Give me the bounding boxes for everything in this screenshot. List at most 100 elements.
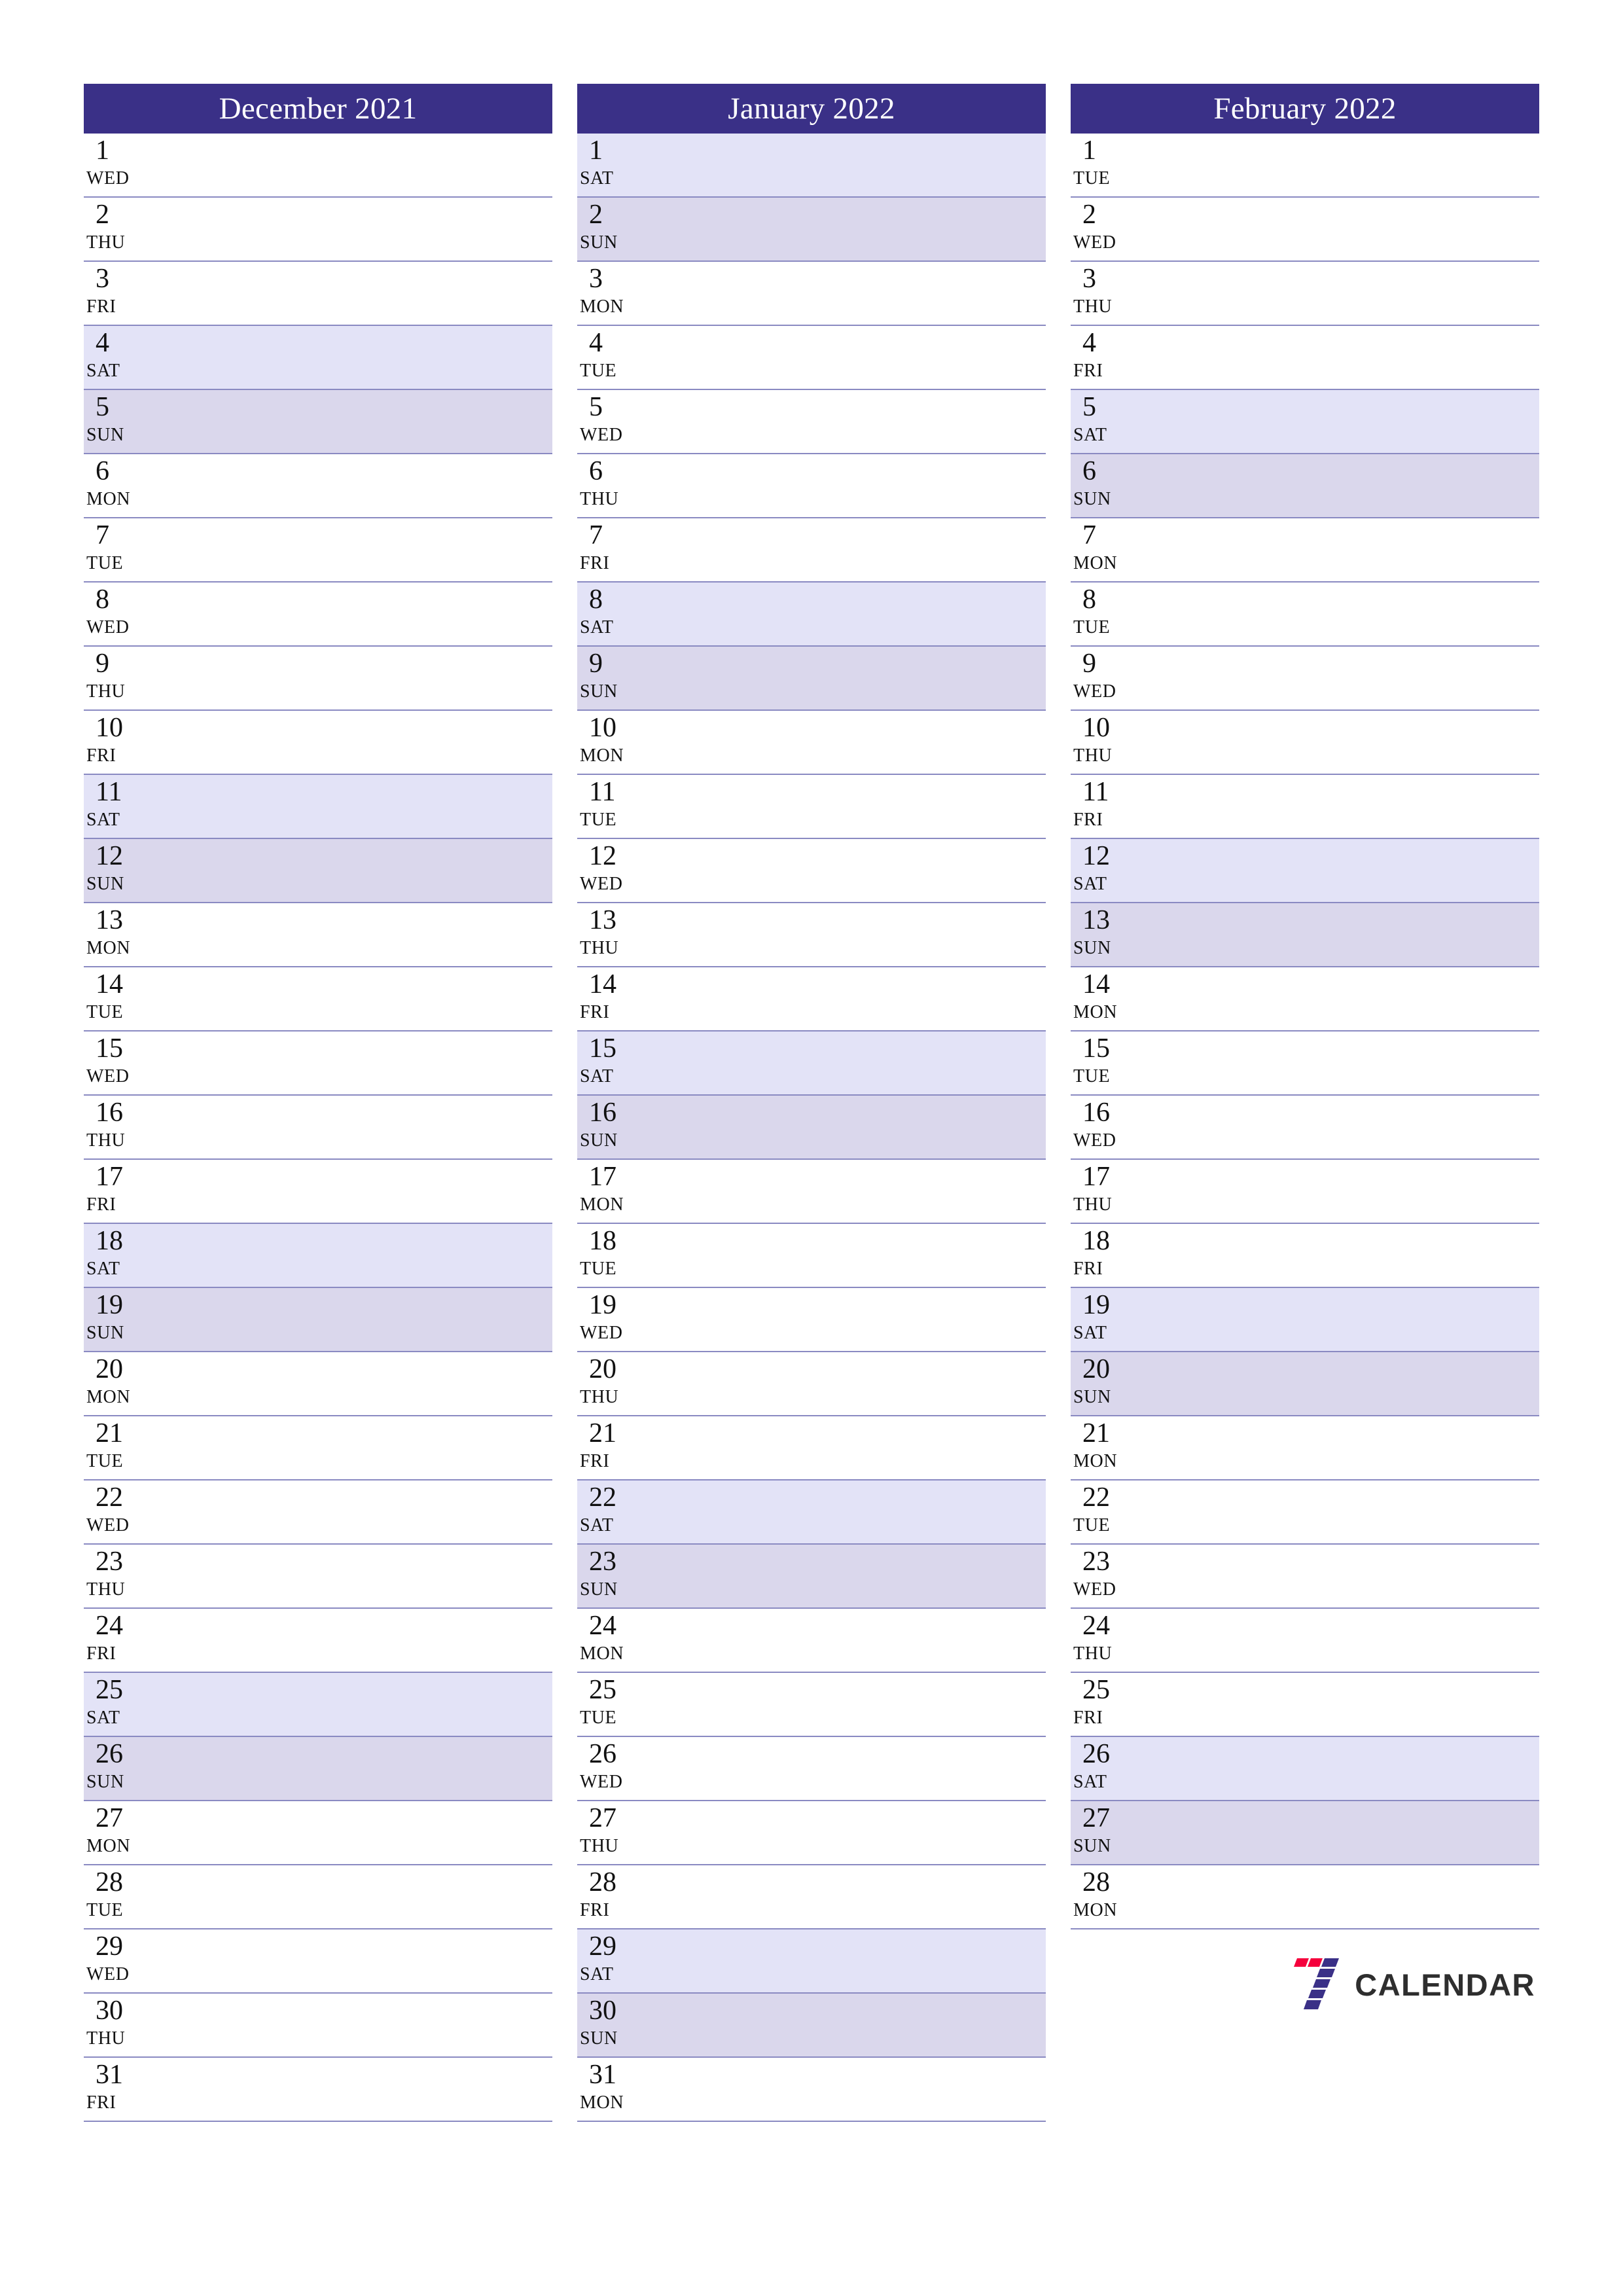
day-row[interactable]: 25 FRI (1071, 1673, 1539, 1737)
day-row[interactable]: 30 SUN (577, 1994, 1046, 2058)
day-row[interactable]: 25 TUE (577, 1673, 1046, 1737)
day-row[interactable]: 18 SAT (84, 1224, 552, 1288)
day-row[interactable]: 8 SAT (577, 583, 1046, 647)
day-row[interactable]: 6 THU (577, 454, 1046, 518)
day-row[interactable]: 3 THU (1071, 262, 1539, 326)
day-row[interactable]: 12 SAT (1071, 839, 1539, 903)
day-number: 18 (1082, 1226, 1110, 1256)
day-row[interactable]: 21 FRI (577, 1416, 1046, 1480)
day-row[interactable]: 21 TUE (84, 1416, 552, 1480)
day-row[interactable]: 18 FRI (1071, 1224, 1539, 1288)
day-row[interactable]: 16 SUN (577, 1096, 1046, 1160)
day-row[interactable]: 27 MON (84, 1801, 552, 1865)
day-row[interactable]: 4 SAT (84, 326, 552, 390)
day-row[interactable]: 3 MON (577, 262, 1046, 326)
day-row[interactable]: 19 SAT (1071, 1288, 1539, 1352)
day-row[interactable]: 22 WED (84, 1480, 552, 1545)
day-row[interactable]: 27 SUN (1071, 1801, 1539, 1865)
day-row[interactable]: 12 WED (577, 839, 1046, 903)
day-row[interactable]: 24 THU (1071, 1609, 1539, 1673)
day-row[interactable]: 15 WED (84, 1031, 552, 1096)
day-row[interactable]: 13 MON (84, 903, 552, 967)
day-row[interactable]: 11 SAT (84, 775, 552, 839)
day-row[interactable]: 17 THU (1071, 1160, 1539, 1224)
day-row[interactable]: 8 TUE (1071, 583, 1539, 647)
day-row[interactable]: 22 SAT (577, 1480, 1046, 1545)
day-row[interactable]: 1 TUE (1071, 134, 1539, 198)
day-row[interactable]: 26 WED (577, 1737, 1046, 1801)
day-row[interactable]: 11 FRI (1071, 775, 1539, 839)
day-row[interactable]: 20 THU (577, 1352, 1046, 1416)
day-weekday-label: MON (1073, 1002, 1118, 1022)
day-row[interactable]: 20 MON (84, 1352, 552, 1416)
day-row[interactable]: 29 SAT (577, 1929, 1046, 1994)
day-row[interactable]: 9 WED (1071, 647, 1539, 711)
day-row[interactable]: 4 FRI (1071, 326, 1539, 390)
day-row[interactable]: 31 FRI (84, 2058, 552, 2122)
day-row[interactable]: 26 SAT (1071, 1737, 1539, 1801)
day-row[interactable]: 15 TUE (1071, 1031, 1539, 1096)
day-row[interactable]: 17 MON (577, 1160, 1046, 1224)
day-row[interactable]: 19 SUN (84, 1288, 552, 1352)
day-row[interactable]: 1 WED (84, 134, 552, 198)
day-row[interactable]: 19 WED (577, 1288, 1046, 1352)
day-row[interactable]: 11 TUE (577, 775, 1046, 839)
day-row[interactable]: 26 SUN (84, 1737, 552, 1801)
day-row[interactable]: 5 WED (577, 390, 1046, 454)
day-row[interactable]: 30 THU (84, 1994, 552, 2058)
day-row[interactable]: 31 MON (577, 2058, 1046, 2122)
day-row[interactable]: 15 SAT (577, 1031, 1046, 1096)
day-number: 13 (96, 905, 123, 935)
day-row[interactable]: 5 SAT (1071, 390, 1539, 454)
day-row[interactable]: 24 MON (577, 1609, 1046, 1673)
day-row[interactable]: 7 TUE (84, 518, 552, 583)
day-row[interactable]: 4 TUE (577, 326, 1046, 390)
day-row[interactable]: 23 THU (84, 1545, 552, 1609)
day-row[interactable]: 20 SUN (1071, 1352, 1539, 1416)
day-row[interactable]: 23 WED (1071, 1545, 1539, 1609)
day-row[interactable]: 7 FRI (577, 518, 1046, 583)
day-row[interactable]: 2 SUN (577, 198, 1046, 262)
day-row[interactable]: 10 THU (1071, 711, 1539, 775)
day-row[interactable]: 13 THU (577, 903, 1046, 967)
day-row[interactable]: 10 FRI (84, 711, 552, 775)
day-row[interactable]: 22 TUE (1071, 1480, 1539, 1545)
day-weekday-label: THU (1073, 1194, 1113, 1215)
day-row[interactable]: 10 MON (577, 711, 1046, 775)
day-row[interactable]: 13 SUN (1071, 903, 1539, 967)
day-row[interactable]: 14 FRI (577, 967, 1046, 1031)
day-row[interactable]: 16 WED (1071, 1096, 1539, 1160)
day-row[interactable]: 18 TUE (577, 1224, 1046, 1288)
day-row[interactable]: 28 TUE (84, 1865, 552, 1929)
day-weekday-label: THU (1073, 745, 1113, 766)
day-number: 18 (589, 1226, 616, 1256)
day-row[interactable]: 27 THU (577, 1801, 1046, 1865)
day-row[interactable]: 28 FRI (577, 1865, 1046, 1929)
day-row[interactable]: 2 WED (1071, 198, 1539, 262)
day-row[interactable]: 23 SUN (577, 1545, 1046, 1609)
day-weekday-label: TUE (1073, 1515, 1111, 1535)
day-row[interactable]: 29 WED (84, 1929, 552, 1994)
day-row[interactable]: 9 THU (84, 647, 552, 711)
day-weekday-label: WED (1073, 232, 1116, 253)
day-row[interactable]: 17 FRI (84, 1160, 552, 1224)
day-row[interactable]: 6 SUN (1071, 454, 1539, 518)
day-row[interactable]: 14 TUE (84, 967, 552, 1031)
day-row[interactable]: 3 FRI (84, 262, 552, 326)
day-row[interactable]: 24 FRI (84, 1609, 552, 1673)
day-row[interactable]: 14 MON (1071, 967, 1539, 1031)
day-weekday-label: MON (1073, 1900, 1118, 1920)
day-row[interactable]: 25 SAT (84, 1673, 552, 1737)
day-row[interactable]: 9 SUN (577, 647, 1046, 711)
day-row[interactable]: 7 MON (1071, 518, 1539, 583)
day-number: 31 (589, 2060, 616, 2090)
day-row[interactable]: 2 THU (84, 198, 552, 262)
day-row[interactable]: 8 WED (84, 583, 552, 647)
day-row[interactable]: 28 MON (1071, 1865, 1539, 1929)
day-row[interactable]: 12 SUN (84, 839, 552, 903)
day-row[interactable]: 5 SUN (84, 390, 552, 454)
day-row[interactable]: 16 THU (84, 1096, 552, 1160)
day-row[interactable]: 21 MON (1071, 1416, 1539, 1480)
day-row[interactable]: 1 SAT (577, 134, 1046, 198)
day-row[interactable]: 6 MON (84, 454, 552, 518)
